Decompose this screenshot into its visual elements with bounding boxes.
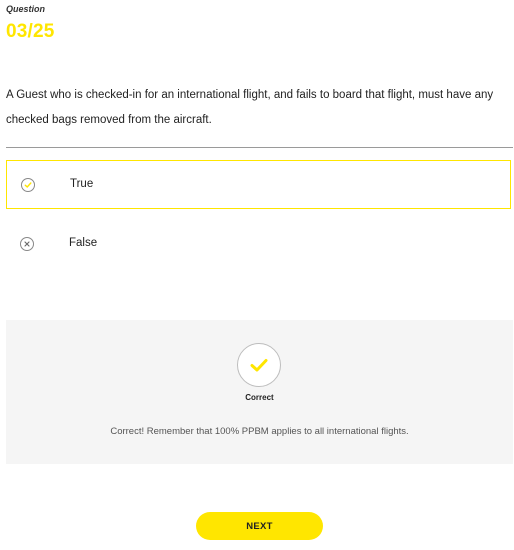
question-number: 03/25 (6, 21, 55, 42)
check-icon (237, 343, 281, 387)
question-label: Question (6, 4, 46, 14)
answer-option-label: False (69, 237, 98, 249)
next-button[interactable]: NEXT (196, 512, 323, 540)
answer-option-false[interactable]: False (6, 220, 511, 269)
feedback-message: Correct! Remember that 100% PPBM applies… (110, 426, 409, 437)
divider (6, 147, 513, 148)
question-text: A Guest who is checked-in for an interna… (6, 89, 494, 126)
answer-option-label: True (70, 178, 94, 190)
feedback-panel: Correct Correct! Remember that 100% PPBM… (6, 320, 513, 464)
check-icon (21, 178, 35, 192)
answer-option-true[interactable]: True (6, 160, 511, 209)
x-icon (20, 237, 34, 251)
feedback-title: Correct (245, 393, 274, 402)
